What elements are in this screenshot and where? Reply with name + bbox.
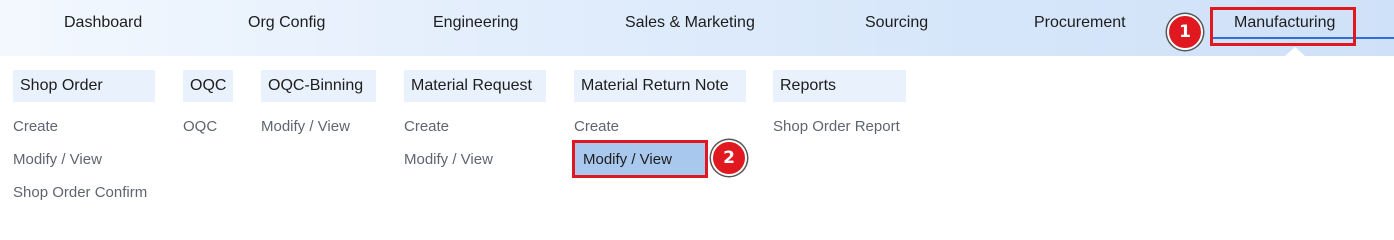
menu-link-oqc[interactable]: OQC [183, 117, 217, 137]
menu-header-material-return-note[interactable]: Material Return Note [574, 70, 746, 102]
menu-link-shop-order-create[interactable]: Create [13, 117, 58, 137]
active-nav-indicator [1212, 37, 1394, 39]
menu-header-shop-order[interactable]: Shop Order [13, 70, 155, 102]
dropdown-caret-icon [1285, 47, 1305, 56]
menu-header-material-request[interactable]: Material Request [404, 70, 546, 102]
nav-sourcing[interactable]: Sourcing [865, 11, 928, 35]
menu-header-oqc-binning[interactable]: OQC-Binning [261, 70, 376, 102]
menu-link-material-return-modify-view[interactable]: Modify / View [574, 142, 706, 177]
menu-link-material-request-create[interactable]: Create [404, 117, 449, 137]
nav-procurement[interactable]: Procurement [1034, 11, 1126, 35]
menu-header-reports[interactable]: Reports [773, 70, 906, 102]
nav-engineering[interactable]: Engineering [433, 11, 518, 35]
step-2-badge: 2 [711, 140, 747, 176]
nav-sales-marketing[interactable]: Sales & Marketing [625, 11, 755, 35]
menu-link-shop-order-report[interactable]: Shop Order Report [773, 117, 900, 137]
menu-header-oqc[interactable]: OQC [183, 70, 233, 102]
nav-dashboard[interactable]: Dashboard [64, 11, 142, 35]
step-1-badge: 1 [1167, 14, 1203, 50]
nav-manufacturing[interactable]: Manufacturing [1234, 11, 1335, 35]
menu-link-shop-order-modify-view[interactable]: Modify / View [13, 150, 102, 170]
nav-org-config[interactable]: Org Config [248, 11, 325, 35]
menu-link-oqc-binning-modify-view[interactable]: Modify / View [261, 117, 350, 137]
menu-link-shop-order-confirm[interactable]: Shop Order Confirm [13, 183, 147, 203]
menu-link-material-request-modify-view[interactable]: Modify / View [404, 150, 493, 170]
menu-link-material-return-create[interactable]: Create [574, 117, 619, 137]
